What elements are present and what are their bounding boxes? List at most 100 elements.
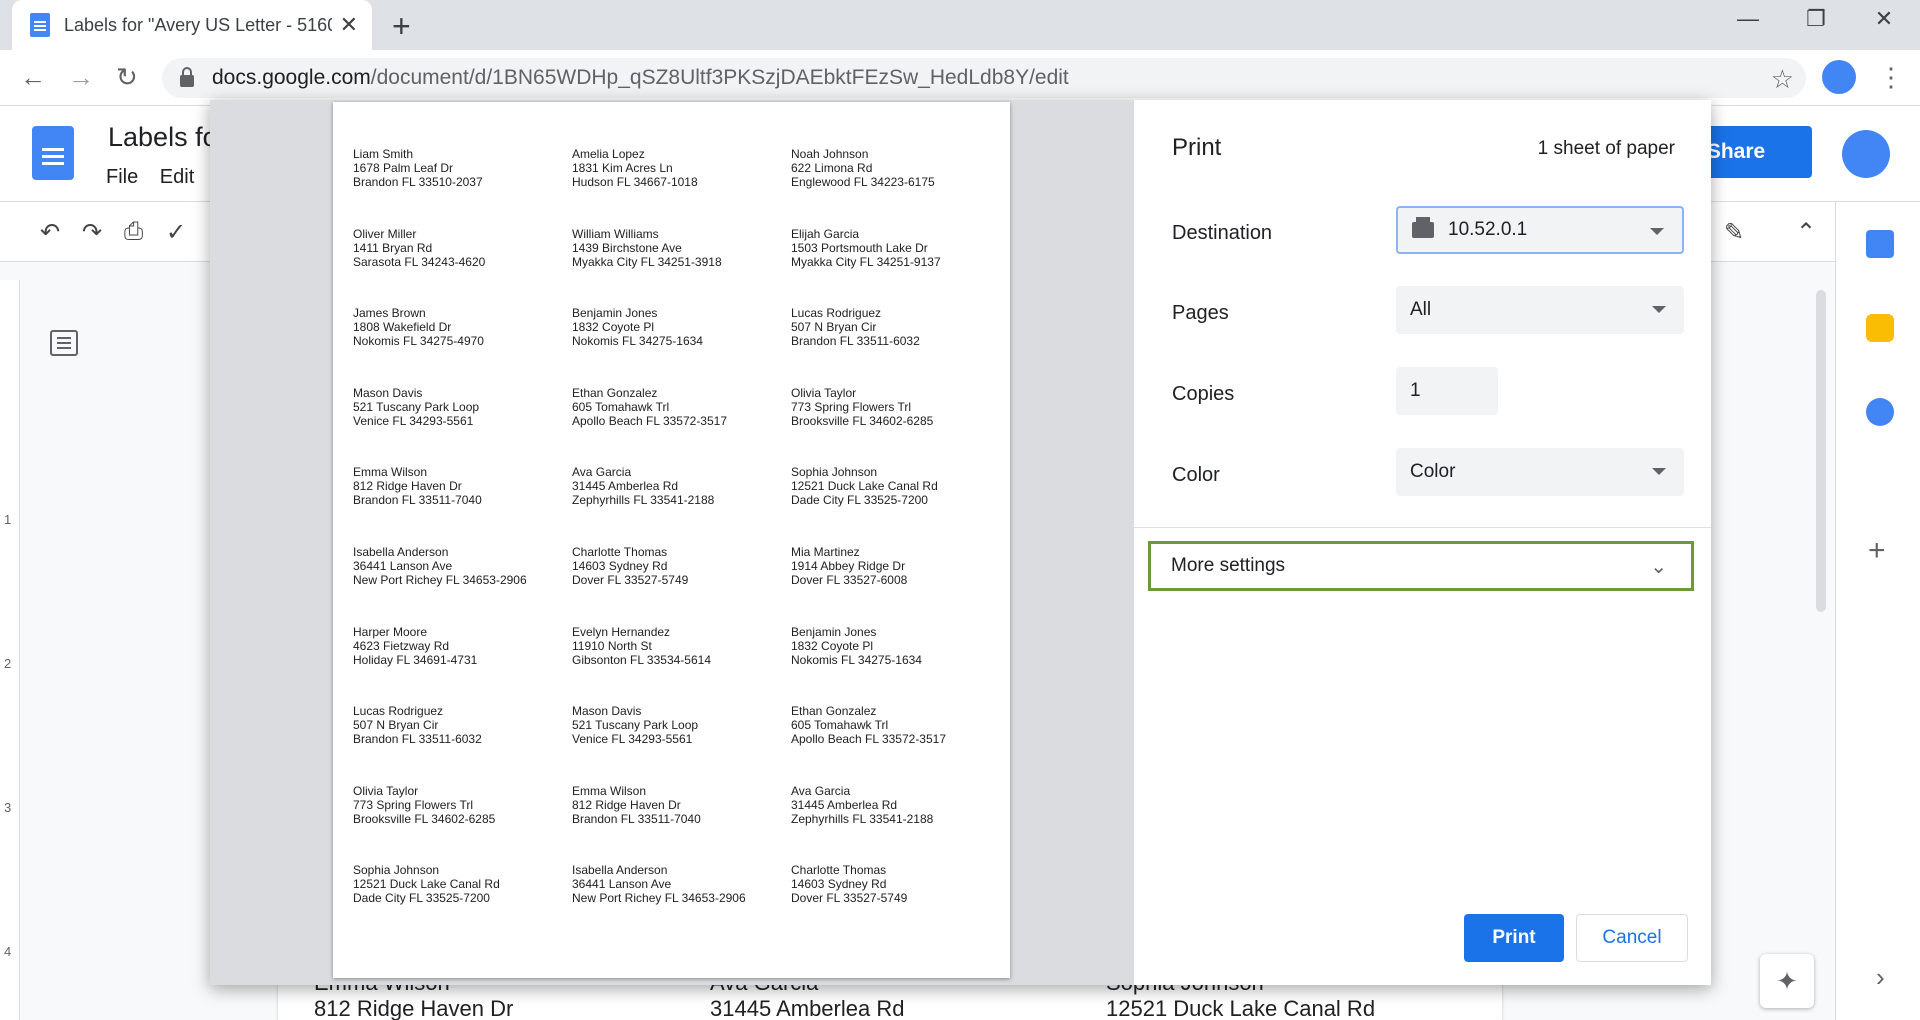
label-name: Benjamin Jones	[791, 624, 877, 639]
label-city: Dover FL 33527-5749	[572, 573, 689, 587]
more-settings-toggle[interactable]: More settings ⌄	[1148, 541, 1694, 591]
spellcheck-icon[interactable]: ✓	[166, 218, 186, 247]
close-window-button[interactable]: ✕	[1864, 6, 1904, 32]
bookmark-star-icon[interactable]: ☆	[1771, 64, 1794, 95]
printer-icon	[1412, 217, 1434, 238]
label-name: Noah Johnson	[791, 147, 869, 161]
explore-button[interactable]: ✦	[1760, 954, 1814, 1008]
ruler-number: 1	[4, 512, 12, 527]
dropdown-caret-icon	[1650, 228, 1664, 235]
label-street: 12521 Duck Lake Canal Rd	[791, 479, 938, 494]
print-icon[interactable]: ⎙	[124, 218, 143, 246]
browser-tab[interactable]: Labels for "Avery US Letter - 5160 ✕	[12, 0, 372, 50]
label-street: 11910 North St	[572, 638, 652, 653]
print-button-label: Print	[1492, 927, 1536, 948]
label-city: Zephyrhills FL 33541-2188	[572, 493, 715, 508]
label-street: 773 Spring Flowers Trl	[791, 399, 912, 414]
label-street: 4623 Fietzway Rd	[353, 638, 450, 653]
tab-title: Labels for "Avery US Letter - 5160	[64, 14, 332, 35]
ruler-number: 3	[4, 800, 12, 815]
label-street: 31445 Amberlea Rd	[791, 797, 898, 812]
profile-avatar[interactable]	[1822, 60, 1856, 94]
label-street: 773 Spring Flowers Trl	[353, 797, 474, 812]
label-city: Nokomis FL 34275-1634	[791, 652, 922, 667]
cancel-button[interactable]: Cancel	[1576, 914, 1688, 962]
explore-icon: ✦	[1776, 965, 1798, 996]
settings-divider	[1134, 527, 1711, 528]
label-city: Gibsonton FL 33534-5614	[572, 652, 711, 667]
copies-input[interactable]: 1	[1396, 367, 1498, 415]
dropdown-caret-icon	[1652, 306, 1666, 313]
address-label: Liam Smith 1678 Palm Leaf Dr Brandon FL 33…	[353, 147, 483, 189]
print-dialog: Liam Smith 1678 Palm Leaf Dr Brandon FL 33…	[210, 100, 1711, 985]
account-avatar[interactable]	[1842, 130, 1890, 178]
document-scrollbar[interactable]	[1816, 290, 1826, 612]
editing-mode-icon[interactable]: ✎	[1724, 218, 1744, 247]
restore-button[interactable]: ❐	[1796, 6, 1836, 32]
address-label: Benjamin Jones 1832 Coyote Pl Nokomis FL 3…	[572, 306, 703, 348]
color-select[interactable]: Color	[1396, 448, 1684, 496]
label-street: 12521 Duck Lake Canal Rd	[353, 877, 500, 892]
tab-close-icon[interactable]: ✕	[340, 12, 358, 38]
label-city: New Port Richey FL 34653-2906	[572, 891, 746, 906]
label-city: Zephyrhills FL 33541-2188	[791, 811, 934, 826]
label-street: 605 Tomahawk Trl	[791, 718, 889, 733]
address-bar[interactable]: docs.google.com/document/d/1BN65WDHp_qSZ…	[162, 58, 1806, 98]
tasks-icon[interactable]	[1866, 398, 1894, 426]
label-city: Brandon FL 33510-2037	[353, 175, 483, 189]
label-name: Charlotte Thomas	[572, 545, 668, 559]
label-name: Oliver Miller	[353, 226, 417, 241]
document-title[interactable]: Labels fo	[108, 122, 218, 153]
address-label: Evelyn Hernandez 11910 North St Gibsonton …	[572, 625, 711, 667]
label-name: Charlotte Thomas	[791, 863, 887, 878]
calendar-icon[interactable]	[1866, 230, 1894, 258]
pages-select[interactable]: All	[1396, 286, 1684, 334]
back-icon[interactable]: ←	[20, 62, 46, 93]
undo-icon[interactable]: ↶	[40, 218, 60, 247]
dropdown-caret-icon	[1652, 468, 1666, 475]
add-addon-icon[interactable]: +	[1868, 534, 1886, 568]
label-city: Venice FL 34293-5561	[572, 732, 693, 747]
destination-select[interactable]: 10.52.0.1	[1396, 206, 1684, 254]
document-outline-icon[interactable]	[50, 330, 78, 356]
forward-icon[interactable]: →	[68, 62, 94, 93]
label-name: William Williams	[572, 226, 659, 241]
label-name: Ethan Gonzalez	[791, 704, 877, 719]
vertical-ruler: 1 2 3 4	[0, 280, 20, 1020]
new-tab-button[interactable]: +	[392, 8, 411, 45]
label-street: 605 Tomahawk Trl	[572, 399, 670, 414]
copies-label: Copies	[1172, 383, 1235, 405]
minimize-button[interactable]: —	[1728, 6, 1768, 32]
ruler-number: 4	[4, 944, 12, 959]
label-street: 36441 Lanson Ave	[572, 877, 672, 892]
address-label: Olivia Taylor 773 Spring Flowers Trl Brook…	[353, 784, 495, 826]
destination-value: 10.52.0.1	[1448, 219, 1528, 240]
label-city: Englewood FL 34223-6175	[791, 175, 935, 189]
label-street: 1503 Portsmouth Lake Dr	[791, 240, 928, 255]
label-city: Apollo Beach FL 33572-3517	[791, 732, 947, 747]
label-name: Lucas Rodriguez	[353, 704, 444, 719]
label-street: 1832 Coyote Pl	[572, 320, 655, 335]
menu-file[interactable]: File	[106, 166, 138, 188]
label-name: Olivia Taylor	[353, 783, 419, 798]
address-label: Elijah Garcia 1503 Portsmouth Lake Dr Myak…	[791, 227, 941, 269]
label-name: Ava Garcia	[572, 465, 632, 480]
print-button[interactable]: Print	[1464, 914, 1564, 962]
expand-panel-icon[interactable]: ›	[1876, 962, 1885, 993]
bg-label-street: 31445 Amberlea Rd	[710, 996, 905, 1020]
reload-icon[interactable]: ↻	[116, 62, 138, 93]
keep-icon[interactable]	[1866, 314, 1894, 342]
label-city: New Port Richey FL 34653-2906	[353, 573, 527, 587]
label-name: Amelia Lopez	[572, 147, 645, 161]
label-street: 1831 Kim Acres Ln	[572, 161, 673, 175]
address-label: Ethan Gonzalez 605 Tomahawk Trl Apollo Bea…	[572, 386, 727, 428]
browser-menu-icon[interactable]: ⋮	[1878, 62, 1904, 93]
label-street: 1808 Wakefield Dr	[353, 320, 452, 335]
label-city: Dade City FL 33525-7200	[791, 493, 928, 508]
docs-logo-icon[interactable]	[32, 126, 74, 180]
menu-edit[interactable]: Edit	[160, 166, 194, 188]
label-city: Dover FL 33527-6008	[791, 573, 908, 587]
label-name: Emma Wilson	[572, 783, 647, 798]
redo-icon[interactable]: ↷	[82, 218, 102, 247]
collapse-toolbar-icon[interactable]: ⌃	[1796, 218, 1816, 247]
